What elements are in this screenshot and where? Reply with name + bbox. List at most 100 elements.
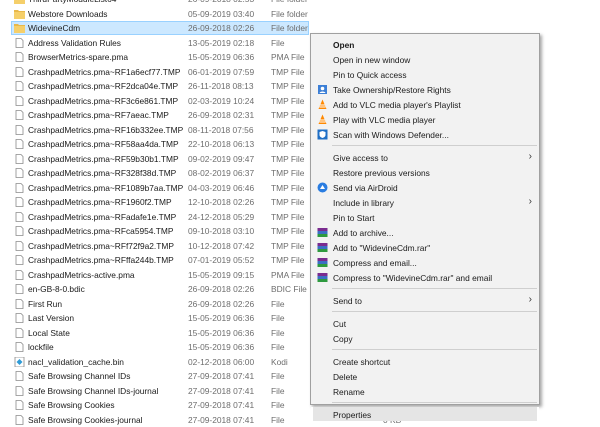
file-type: File folder <box>271 23 308 33</box>
file-date-modified: 26-11-2018 08:13 <box>188 81 254 91</box>
file-name: CrashpadMetrics.pma~RFf72f9a2.TMP <box>28 241 174 251</box>
file-icon <box>14 197 25 207</box>
menu-item-cut[interactable]: Cut <box>311 316 539 330</box>
file-type: File <box>271 386 285 396</box>
menu-item-add-to-archive[interactable]: Add to archive... <box>311 225 539 239</box>
menu-item-rename[interactable]: Rename <box>311 384 539 398</box>
file-name: CrashpadMetrics.pma~RF59b30b1.TMP <box>28 154 179 164</box>
menu-item-take-ownership-restore-rights[interactable]: Take Ownership/Restore Rights <box>311 82 539 96</box>
file-date-modified: 07-01-2019 05:52 <box>188 255 254 265</box>
menu-item-pin-to-quick-access[interactable]: Pin to Quick access <box>311 67 539 81</box>
file-icon <box>14 284 25 294</box>
file-icon <box>14 96 25 106</box>
file-name: Last Version <box>28 313 74 323</box>
menu-item-send-to[interactable]: Send to› <box>311 293 539 307</box>
file-date-modified: 09-10-2018 03:10 <box>188 226 254 236</box>
menu-item-label: Give access to <box>333 153 388 163</box>
file-name: BrowserMetrics-spare.pma <box>28 52 128 62</box>
menu-item-add-to-vlc-media-player-s-playlist[interactable]: Add to VLC media player's Playlist <box>311 97 539 111</box>
menu-separator <box>332 311 537 312</box>
file-name: CrashpadMetrics.pma~RFca5954.TMP <box>28 226 173 236</box>
menu-separator <box>332 402 537 403</box>
menu-item-add-to-widevinecdm-rar[interactable]: Add to "WidevineCdm.rar" <box>311 240 539 254</box>
file-icon <box>14 255 25 265</box>
file-icon <box>14 212 25 222</box>
chevron-right-icon: › <box>529 196 532 207</box>
file-type: File <box>271 299 285 309</box>
file-icon <box>14 183 25 193</box>
file-type: TMP File <box>271 110 304 120</box>
menu-item-label: Add to "WidevineCdm.rar" <box>333 243 430 253</box>
menu-item-compress-and-email[interactable]: Compress and email... <box>311 255 539 269</box>
file-icon <box>14 415 25 425</box>
file-icon <box>14 52 25 62</box>
file-row[interactable]: Webstore Downloads05-09-2019 03:40File f… <box>0 7 600 22</box>
file-icon <box>14 226 25 236</box>
file-type: TMP File <box>271 241 304 251</box>
file-type: TMP File <box>271 212 304 222</box>
file-type: TMP File <box>271 255 304 265</box>
menu-item-label: Rename <box>333 387 365 397</box>
file-type: TMP File <box>271 168 304 178</box>
winrar-icon <box>317 242 328 253</box>
menu-item-label: Play with VLC media player <box>333 115 435 125</box>
menu-item-compress-to-widevinecdm-rar-and-email[interactable]: Compress to "WidevineCdm.rar" and email <box>311 270 539 284</box>
menu-item-open-in-new-window[interactable]: Open in new window <box>311 52 539 66</box>
file-type: File <box>271 38 285 48</box>
file-date-modified: 12-10-2018 02:26 <box>188 197 254 207</box>
menu-item-open[interactable]: Open <box>311 37 539 51</box>
file-icon <box>14 139 25 149</box>
file-type: File <box>271 371 285 381</box>
menu-item-label: Pin to Quick access <box>333 70 407 80</box>
menu-item-play-with-vlc-media-player[interactable]: Play with VLC media player <box>311 112 539 126</box>
file-type: File <box>271 313 285 323</box>
file-type: TMP File <box>271 125 304 135</box>
file-date-modified: 27-09-2018 07:41 <box>188 386 254 396</box>
file-date-modified: 09-02-2019 09:47 <box>188 154 254 164</box>
file-date-modified: 24-12-2018 05:29 <box>188 212 254 222</box>
file-name: CrashpadMetrics-active.pma <box>28 270 135 280</box>
file-name: Safe Browsing Cookies <box>28 400 115 410</box>
file-icon <box>14 67 25 77</box>
file-date-modified: 22-10-2018 06:13 <box>188 139 254 149</box>
menu-item-properties[interactable]: Properties <box>311 407 539 421</box>
menu-separator <box>332 349 537 350</box>
file-icon <box>14 270 25 280</box>
file-name: Local State <box>28 328 70 338</box>
menu-item-label: Delete <box>333 372 357 382</box>
menu-item-label: Create shortcut <box>333 357 390 367</box>
file-date-modified: 26-09-2018 02:26 <box>188 299 254 309</box>
menu-item-label: Cut <box>333 319 346 329</box>
menu-item-delete[interactable]: Delete <box>311 369 539 383</box>
menu-item-create-shortcut[interactable]: Create shortcut <box>311 354 539 368</box>
menu-item-send-via-airdroid[interactable]: Send via AirDroid <box>311 180 539 194</box>
menu-item-give-access-to[interactable]: Give access to› <box>311 150 539 164</box>
airdroid-icon <box>317 182 328 193</box>
winrar-icon <box>317 227 328 238</box>
file-date-modified: 02-03-2019 10:24 <box>188 96 254 106</box>
vlc-icon <box>317 99 328 110</box>
menu-separator <box>332 145 537 146</box>
chevron-right-icon: › <box>529 294 532 305</box>
file-type: File <box>271 328 285 338</box>
menu-item-pin-to-start[interactable]: Pin to Start <box>311 210 539 224</box>
menu-item-include-in-library[interactable]: Include in library› <box>311 195 539 209</box>
file-date-modified: 27-09-2018 07:41 <box>188 371 254 381</box>
file-name: CrashpadMetrics.pma~RF328f38d.TMP <box>28 168 176 178</box>
menu-item-restore-previous-versions[interactable]: Restore previous versions <box>311 165 539 179</box>
file-icon <box>14 154 25 164</box>
file-date-modified: 04-03-2019 06:46 <box>188 183 254 193</box>
file-icon <box>14 81 25 91</box>
file-date-modified: 10-12-2018 07:42 <box>188 241 254 251</box>
menu-item-scan-with-windows-defender[interactable]: Scan with Windows Defender... <box>311 127 539 141</box>
menu-item-label: Take Ownership/Restore Rights <box>333 85 451 95</box>
file-date-modified: 05-09-2019 03:40 <box>188 9 254 19</box>
file-name: en-GB-8-0.bdic <box>28 284 85 294</box>
file-date-modified: 26-09-2018 02:53 <box>188 0 254 4</box>
file-date-modified: 15-05-2019 06:36 <box>188 313 254 323</box>
menu-item-copy[interactable]: Copy <box>311 331 539 345</box>
file-date-modified: 26-09-2018 02:26 <box>188 284 254 294</box>
file-name: ThirdPartyModuleList64 <box>28 0 116 4</box>
file-icon <box>14 299 25 309</box>
vlc-icon <box>317 114 328 125</box>
